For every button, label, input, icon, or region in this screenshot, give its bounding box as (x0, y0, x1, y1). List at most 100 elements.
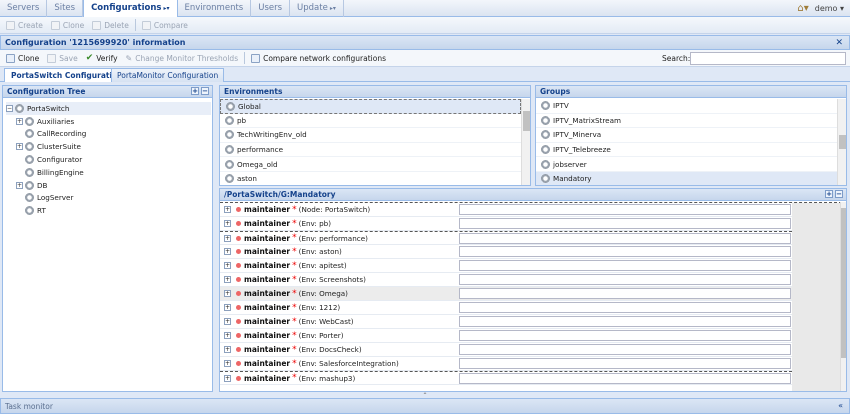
gear-icon (225, 145, 234, 155)
save-button[interactable]: Save (43, 50, 81, 66)
environment-item[interactable]: pb (220, 114, 521, 129)
param-value-field[interactable] (459, 373, 791, 384)
tab-configurations[interactable]: Configurations ▸▾ (83, 0, 178, 17)
environment-item[interactable]: aston (220, 172, 521, 185)
table-row[interactable]: + maintainer * (Env: mashup3) (220, 371, 792, 385)
environment-item[interactable]: performance (220, 143, 521, 158)
expand-icon[interactable]: + (224, 346, 231, 353)
expand-icon[interactable]: + (224, 248, 231, 255)
scrollbar-thumb[interactable] (841, 208, 846, 358)
expand-icon[interactable]: + (224, 360, 231, 367)
expand-icon[interactable]: + (224, 318, 231, 325)
verify-button[interactable]: ✔ Verify (82, 50, 122, 66)
expand-icon[interactable]: + (16, 181, 23, 189)
group-item[interactable]: IPTV_Minerva (536, 128, 837, 143)
clone-button[interactable]: Clone (47, 17, 88, 33)
tree-node-logserver[interactable]: LogServer (6, 192, 211, 205)
expand-icon[interactable]: « (838, 401, 843, 410)
clone-config-button[interactable]: Clone (2, 50, 43, 66)
table-row[interactable]: + maintainer * (Env: pb) (220, 217, 792, 231)
user-menu[interactable]: demo ▾ (815, 4, 844, 13)
param-value-field[interactable] (459, 218, 791, 229)
mandatory-scrollbar[interactable] (840, 202, 846, 391)
collapse-all-icon[interactable]: − (201, 87, 209, 95)
compare-button[interactable]: Compare (138, 17, 192, 33)
scrollbar-thumb[interactable] (839, 135, 846, 149)
environment-item[interactable]: Omega_old (220, 157, 521, 172)
expand-icon[interactable]: + (224, 262, 231, 269)
table-row[interactable]: + maintainer * (Env: apitest) (220, 259, 792, 273)
group-item[interactable]: jobserver (536, 157, 837, 172)
param-value-field[interactable] (459, 330, 791, 341)
expand-icon[interactable]: + (224, 220, 231, 227)
table-row[interactable]: + maintainer * (Env: Porter) (220, 329, 792, 343)
table-row[interactable]: + maintainer * (Node: PortaSwitch) (220, 203, 792, 217)
environments-scrollbar[interactable] (521, 99, 530, 185)
expand-all-icon[interactable]: + (191, 87, 199, 95)
expand-icon[interactable]: + (224, 276, 231, 283)
groups-scrollbar[interactable] (837, 99, 846, 185)
param-value-field[interactable] (459, 204, 791, 215)
tree-node-root[interactable]: − PortaSwitch (6, 102, 211, 115)
param-value-field[interactable] (459, 316, 791, 327)
expand-icon[interactable]: + (224, 304, 231, 311)
tree-node-db[interactable]: + DB (6, 179, 211, 192)
expand-all-icon[interactable]: + (825, 190, 833, 198)
task-monitor-bar[interactable]: Task monitor « (0, 398, 850, 414)
environment-item[interactable]: TechWritingEnv_old (220, 128, 521, 143)
expand-icon[interactable]: + (224, 332, 231, 339)
delete-button[interactable]: Delete (88, 17, 133, 33)
expand-icon[interactable]: + (224, 290, 231, 297)
param-value-field[interactable] (459, 233, 791, 244)
param-value-field[interactable] (459, 344, 791, 355)
close-icon[interactable]: ✕ (835, 38, 843, 48)
table-row[interactable]: + maintainer * (Env: aston) (220, 245, 792, 259)
tree-node-callrecording[interactable]: CallRecording (6, 128, 211, 141)
table-row[interactable]: + maintainer * (Env: DocsCheck) (220, 343, 792, 357)
param-scope: (Env: Screenshots) (298, 275, 366, 284)
group-item[interactable]: IPTV_MatrixStream (536, 114, 837, 129)
tab-environments[interactable]: Environments (178, 0, 252, 17)
search-input[interactable] (690, 52, 846, 65)
param-value-field[interactable] (459, 358, 791, 369)
config-tree-panel: Configuration Tree + − − PortaSwitch + Aux… (2, 85, 213, 392)
table-row[interactable]: + maintainer * (Env: Omega) (220, 287, 792, 301)
create-button[interactable]: Create (2, 17, 47, 33)
clone-config-label: Clone (18, 53, 40, 63)
group-item[interactable]: IPTV (536, 99, 837, 114)
collapse-all-icon[interactable]: − (835, 190, 843, 198)
table-row[interactable]: + maintainer * (Env: WebCast) (220, 315, 792, 329)
param-value-field[interactable] (459, 246, 791, 257)
tree-node-billingengine[interactable]: BillingEngine (6, 166, 211, 179)
param-value-field[interactable] (459, 260, 791, 271)
tree-node-clustersuite[interactable]: + ClusterSuite (6, 140, 211, 153)
expand-icon[interactable]: + (224, 374, 231, 382)
param-value-field[interactable] (459, 302, 791, 313)
subtab-portamonitor[interactable]: PortaMonitor Configuration (111, 68, 225, 82)
scrollbar-thumb[interactable] (523, 111, 530, 131)
tree-node-auxiliaries[interactable]: + Auxiliaries (6, 115, 211, 128)
param-value-field[interactable] (459, 274, 791, 285)
expand-icon[interactable]: + (224, 234, 231, 242)
expand-icon[interactable]: + (224, 206, 231, 213)
table-row[interactable]: + maintainer * (Env: performance) (220, 231, 792, 245)
group-item[interactable]: Mandatory (536, 171, 837, 185)
table-row[interactable]: + maintainer * (Env: SalesforceIntegration) (220, 357, 792, 371)
table-row[interactable]: + maintainer * (Env: 1212) (220, 301, 792, 315)
param-value-field[interactable] (459, 288, 791, 299)
tab-update[interactable]: Update ▸▾ (290, 0, 344, 17)
tree-node-rt[interactable]: RT (6, 204, 211, 217)
collapse-icon[interactable]: − (6, 104, 13, 112)
home-icon[interactable]: ⌂▾ (797, 3, 808, 14)
table-row[interactable]: + maintainer * (Env: Screenshots) (220, 273, 792, 287)
environment-item[interactable]: Global (220, 99, 521, 114)
tab-sites[interactable]: Sites (47, 0, 84, 17)
compare-network-button[interactable]: Compare network configurations (247, 50, 390, 66)
expand-icon[interactable]: + (16, 143, 23, 151)
tab-servers[interactable]: Servers (0, 0, 48, 17)
tab-users[interactable]: Users (251, 0, 291, 17)
change-thresholds-button[interactable]: ✎ Change Monitor Thresholds (122, 50, 243, 66)
group-item[interactable]: IPTV_Telebreeze (536, 143, 837, 158)
tree-node-configurator[interactable]: Configurator (6, 153, 211, 166)
expand-icon[interactable]: + (16, 117, 23, 125)
